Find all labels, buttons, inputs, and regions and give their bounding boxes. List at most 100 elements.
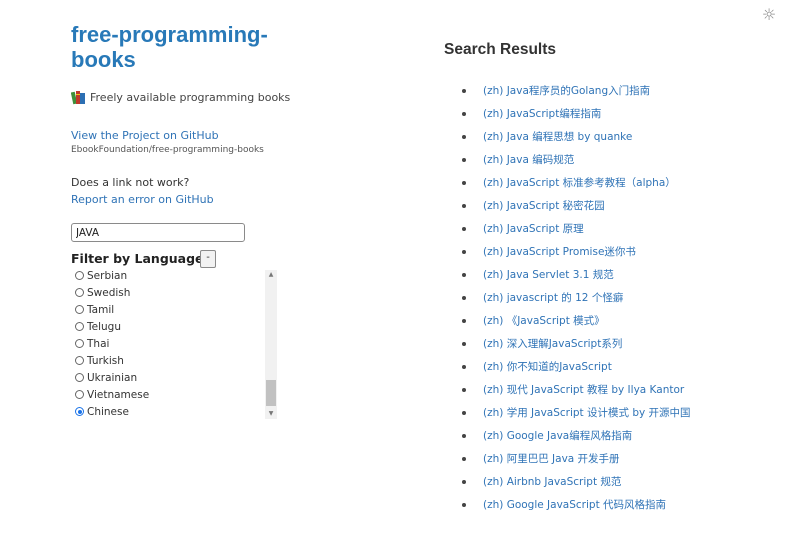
result-item: (zh) Google JavaScript 代码风格指南 [462, 493, 691, 516]
result-item: (zh) JavaScript 标准参考教程（alpha） [462, 171, 691, 194]
bullet-icon [462, 157, 466, 162]
radio-button[interactable] [75, 339, 84, 348]
result-item: (zh) javascript 的 12 个怪癖 [462, 286, 691, 309]
radio-button[interactable] [75, 373, 84, 382]
result-link[interactable]: (zh) 你不知道的JavaScript [483, 359, 612, 374]
scroll-up-arrow-icon[interactable]: ▲ [265, 270, 277, 280]
result-item: (zh) 学用 JavaScript 设计模式 by 开源中国 [462, 401, 691, 424]
bullet-icon [462, 410, 466, 415]
result-item: (zh) 现代 JavaScript 教程 by Ilya Kantor [462, 378, 691, 401]
filter-title: Filter by Language [71, 251, 204, 266]
language-scrollbar[interactable]: ▲ ▼ [265, 270, 277, 419]
bullet-icon [462, 249, 466, 254]
language-option[interactable]: Serbian [75, 268, 149, 284]
report-error-link[interactable]: Report an error on GitHub [71, 193, 214, 206]
language-option[interactable]: Ukrainian [75, 369, 149, 386]
bullet-icon [462, 387, 466, 392]
sun-icon[interactable]: ☼ [760, 6, 778, 24]
results-title: Search Results [444, 41, 556, 58]
bullet-icon [462, 456, 466, 461]
result-item: (zh) JavaScript编程指南 [462, 102, 691, 125]
radio-button[interactable] [75, 390, 84, 399]
result-item: (zh) Google Java编程风格指南 [462, 424, 691, 447]
result-link[interactable]: (zh) JavaScript 秘密花园 [483, 198, 605, 213]
language-option[interactable]: Chinese [75, 403, 149, 419]
scroll-down-arrow-icon[interactable]: ▼ [265, 409, 277, 419]
result-link[interactable]: (zh) Java 编程思想 by quanke [483, 129, 632, 144]
radio-button[interactable] [75, 305, 84, 314]
result-link[interactable]: (zh) 《JavaScript 模式》 [483, 313, 605, 328]
result-item: (zh) JavaScript Promise迷你书 [462, 240, 691, 263]
result-link[interactable]: (zh) 现代 JavaScript 教程 by Ilya Kantor [483, 382, 684, 397]
language-label: Chinese [87, 405, 129, 418]
result-item: (zh) Java程序员的Golang入门指南 [462, 79, 691, 102]
bullet-icon [462, 502, 466, 507]
language-label: Tamil [87, 303, 115, 316]
bullet-icon [462, 364, 466, 369]
result-link[interactable]: (zh) JavaScript 标准参考教程（alpha） [483, 175, 676, 190]
result-link[interactable]: (zh) JavaScript Promise迷你书 [483, 244, 636, 259]
result-item: (zh) JavaScript 原理 [462, 217, 691, 240]
language-option[interactable]: Telugu [75, 318, 149, 335]
radio-button[interactable] [75, 407, 84, 416]
radio-button[interactable] [75, 271, 84, 280]
result-item: (zh) Java 编程思想 by quanke [462, 125, 691, 148]
bullet-icon [462, 318, 466, 323]
language-label: Vietnamese [87, 388, 150, 401]
result-link[interactable]: (zh) JavaScript编程指南 [483, 106, 601, 121]
bullet-icon [462, 272, 466, 277]
bullet-icon [462, 433, 466, 438]
tagline-text: Freely available programming books [90, 91, 291, 104]
result-link[interactable]: (zh) Google JavaScript 代码风格指南 [483, 497, 666, 512]
radio-button[interactable] [75, 288, 84, 297]
result-link[interactable]: (zh) 阿里巴巴 Java 开发手册 [483, 451, 620, 466]
language-label: Thai [87, 337, 110, 350]
result-link[interactable]: (zh) JavaScript 原理 [483, 221, 584, 236]
bullet-icon [462, 479, 466, 484]
bullet-icon [462, 295, 466, 300]
broken-link-question: Does a link not work? [71, 176, 190, 189]
radio-button[interactable] [75, 322, 84, 331]
result-item: (zh) 你不知道的JavaScript [462, 355, 691, 378]
repo-name: EbookFoundation/free-programming-books [71, 145, 264, 155]
bullet-icon [462, 88, 466, 93]
language-option[interactable]: Thai [75, 335, 149, 352]
bullet-icon [462, 341, 466, 346]
radio-button[interactable] [75, 356, 84, 365]
bullet-icon [462, 134, 466, 139]
language-label: Turkish [87, 354, 124, 367]
language-option[interactable]: Tamil [75, 301, 149, 318]
language-option[interactable]: Vietnamese [75, 386, 149, 403]
result-item: (zh) 阿里巴巴 Java 开发手册 [462, 447, 691, 470]
bullet-icon [462, 111, 466, 116]
result-item: (zh) 深入理解JavaScript系列 [462, 332, 691, 355]
books-icon [70, 90, 87, 105]
bullet-icon [462, 203, 466, 208]
results-list: (zh) Java程序员的Golang入门指南 (zh) JavaScript编程… [462, 79, 691, 516]
bullet-icon [462, 226, 466, 231]
result-link[interactable]: (zh) Google Java编程风格指南 [483, 428, 632, 443]
view-on-github-link[interactable]: View the Project on GitHub [71, 129, 219, 142]
search-input[interactable] [71, 223, 245, 242]
result-link[interactable]: (zh) Java Servlet 3.1 规范 [483, 267, 614, 282]
result-link[interactable]: (zh) 深入理解JavaScript系列 [483, 336, 622, 351]
result-item: (zh) JavaScript 秘密花园 [462, 194, 691, 217]
language-label: Swedish [87, 286, 131, 299]
result-link[interactable]: (zh) Java程序员的Golang入门指南 [483, 83, 650, 98]
result-link[interactable]: (zh) Java 编码规范 [483, 152, 574, 167]
bullet-icon [462, 180, 466, 185]
site-title[interactable]: free-programming-books [71, 22, 311, 72]
language-option[interactable]: Swedish [75, 284, 149, 301]
language-list[interactable]: Serbian Swedish Tamil Telugu Thai Turkish Ukra… [71, 268, 279, 419]
tagline: Freely available programming books [70, 90, 291, 105]
result-item: (zh) Java Servlet 3.1 规范 [462, 263, 691, 286]
result-item: (zh) Airbnb JavaScript 规范 [462, 470, 691, 493]
result-item: (zh) Java 编码规范 [462, 148, 691, 171]
language-label: Serbian [87, 269, 128, 282]
result-link[interactable]: (zh) 学用 JavaScript 设计模式 by 开源中国 [483, 405, 691, 420]
scroll-thumb[interactable] [266, 380, 276, 406]
result-link[interactable]: (zh) javascript 的 12 个怪癖 [483, 290, 623, 305]
language-option[interactable]: Turkish [75, 352, 149, 369]
result-link[interactable]: (zh) Airbnb JavaScript 规范 [483, 474, 621, 489]
collapse-filter-button[interactable]: - [200, 250, 216, 268]
